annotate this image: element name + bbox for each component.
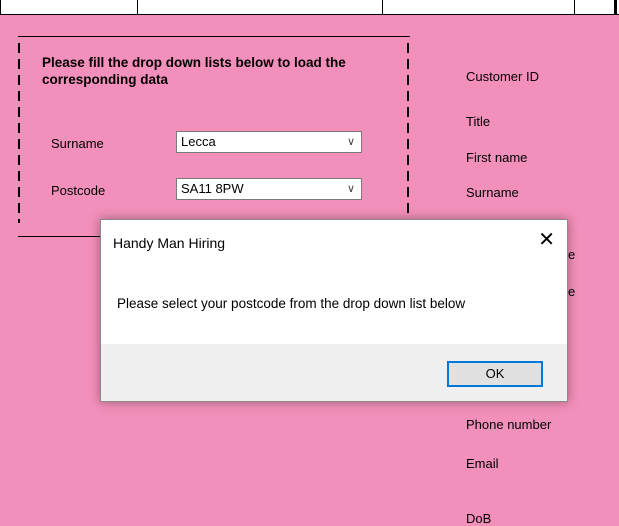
surname-field-label: Surname bbox=[466, 185, 519, 200]
chevron-down-icon[interactable]: ∨ bbox=[347, 179, 355, 199]
phone-number-label: Phone number bbox=[466, 417, 552, 432]
ok-button[interactable]: OK bbox=[447, 361, 543, 387]
chevron-down-icon[interactable]: ∨ bbox=[347, 132, 355, 152]
lookup-group-box: Please fill the drop down lists below to… bbox=[18, 36, 410, 237]
table-divider bbox=[0, 0, 1, 14]
partial-label: e bbox=[568, 284, 576, 299]
table-divider bbox=[137, 0, 138, 14]
table-divider bbox=[614, 0, 617, 14]
postcode-label: Postcode bbox=[51, 183, 106, 198]
surname-label: Surname bbox=[51, 136, 104, 151]
surname-value: Lecca bbox=[181, 134, 216, 149]
dialog-message: Please select your postcode from the dro… bbox=[117, 296, 466, 311]
first-name-label: First name bbox=[466, 150, 528, 165]
partial-label: e bbox=[568, 247, 576, 262]
top-table-strip bbox=[0, 0, 619, 15]
surname-dropdown[interactable]: Lecca ∨ bbox=[176, 131, 362, 153]
postcode-dropdown[interactable]: SA11 8PW ∨ bbox=[176, 178, 362, 200]
close-icon[interactable]: ✕ bbox=[538, 230, 555, 250]
customer-id-label: Customer ID bbox=[466, 69, 539, 84]
postcode-value: SA11 8PW bbox=[181, 181, 244, 196]
dialog-footer: OK bbox=[101, 344, 567, 401]
table-divider bbox=[382, 0, 383, 14]
title-label: Title bbox=[466, 114, 491, 129]
message-dialog: Handy Man Hiring ✕ Please select your po… bbox=[100, 219, 568, 402]
group-border-left bbox=[18, 43, 20, 223]
group-instructions: Please fill the drop down lists below to… bbox=[42, 55, 346, 87]
table-divider bbox=[574, 0, 575, 14]
group-border-right bbox=[407, 43, 409, 223]
email-label: Email bbox=[466, 456, 499, 471]
dialog-title: Handy Man Hiring bbox=[113, 235, 226, 251]
dob-label: DoB bbox=[466, 511, 492, 526]
